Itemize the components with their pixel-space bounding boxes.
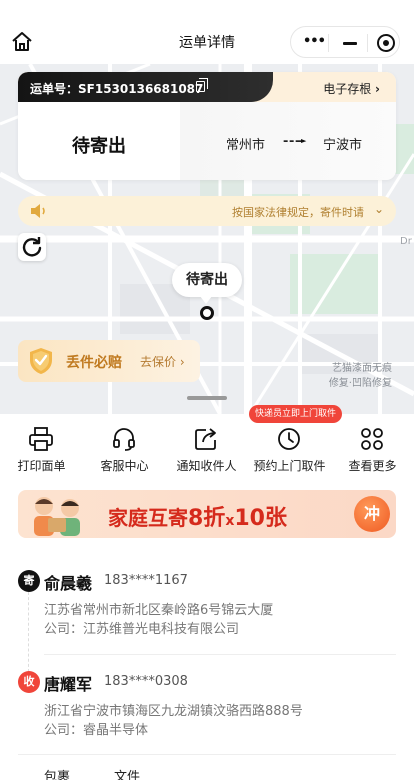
customer-service-button[interactable]: 客服中心 bbox=[83, 424, 166, 474]
grid-icon bbox=[361, 428, 383, 450]
origin-city: 常州市 bbox=[226, 138, 266, 153]
map-pin-label: 待寄出 bbox=[172, 263, 242, 297]
sender-tag: 寄 bbox=[18, 570, 40, 592]
promo-go-button[interactable]: 冲 bbox=[354, 496, 390, 532]
action-label: 预约上门取件 bbox=[253, 459, 326, 473]
more-menu-icon[interactable]: ••• bbox=[303, 35, 326, 48]
chevron-down-icon[interactable]: ⌄ bbox=[374, 202, 384, 216]
location-marker-icon bbox=[200, 306, 214, 320]
action-label: 查看更多 bbox=[348, 459, 397, 473]
divider bbox=[44, 654, 396, 655]
receiver-phone[interactable]: 183****0308 bbox=[104, 674, 188, 689]
sender-company: 公司：江苏维普光电科技有限公司 bbox=[44, 622, 240, 637]
map-road-label: Dr bbox=[400, 236, 412, 247]
capsule-divider bbox=[367, 34, 368, 52]
promo-prefix: 家庭互寄 bbox=[108, 506, 188, 530]
sender-phone[interactable]: 183****1167 bbox=[104, 573, 188, 588]
minimize-icon[interactable] bbox=[343, 42, 357, 45]
promo-discount: 8折 bbox=[188, 506, 226, 531]
waybill-status: 待寄出 bbox=[72, 136, 126, 157]
sender-name: 俞晨羲 bbox=[44, 574, 93, 593]
promo-times: x bbox=[225, 513, 235, 529]
top-nav-bar: 运单详情 ••• bbox=[0, 0, 414, 64]
tab-document[interactable]: 文件 bbox=[114, 766, 140, 780]
miniprogram-capsule: ••• bbox=[290, 26, 400, 58]
receiver-name: 唐耀军 bbox=[44, 675, 93, 694]
pin-bubble-tail bbox=[200, 296, 212, 304]
e-archive-link[interactable]: 电子存根 › bbox=[323, 80, 380, 97]
tab-package[interactable]: 包裹 bbox=[44, 766, 70, 780]
insurance-title: 丢件必赔 bbox=[66, 355, 122, 371]
item-type-tabs: 包裹 文件 bbox=[0, 766, 414, 780]
pickup-badge: 快递员立即上门取件 bbox=[249, 405, 343, 423]
promo-count: 10张 bbox=[234, 506, 287, 531]
map-watermark: 艺猫漆面无痕 修复·凹陷修复 bbox=[316, 361, 392, 391]
chevron-right-icon: › bbox=[375, 82, 380, 96]
waybill-card: 运单号：SF1530136681087 电子存根 › bbox=[18, 72, 396, 180]
watermark-line: 修复·凹陷修复 bbox=[328, 378, 392, 389]
promo-text: 家庭互寄8折x10张 bbox=[108, 500, 287, 532]
action-label: 客服中心 bbox=[100, 459, 149, 473]
chevron-right-icon: › bbox=[179, 355, 185, 369]
watermark-line: 艺猫漆面无痕 bbox=[332, 363, 392, 374]
receiver-tag: 收 bbox=[18, 671, 40, 693]
refresh-button[interactable] bbox=[18, 233, 46, 261]
waybill-number-bar: 运单号：SF1530136681087 bbox=[18, 72, 273, 102]
printer-icon bbox=[29, 427, 53, 451]
insure-link-label: 去保价 bbox=[140, 355, 177, 369]
receiver-address: 浙江省宁波市镇海区九龙湖镇汶骆西路888号 bbox=[44, 704, 303, 719]
print-waybill-button[interactable]: 打印面单 bbox=[0, 424, 83, 474]
receiver-company: 公司：睿晶半导体 bbox=[44, 723, 149, 738]
promo-banner[interactable]: 家庭互寄8折x10张 冲 bbox=[18, 490, 396, 538]
speaker-icon bbox=[31, 204, 45, 218]
schedule-pickup-button[interactable]: 预约上门取件 bbox=[248, 424, 331, 474]
legal-notice-bar[interactable]: 按国家法律规定，寄件时请 ⌄ bbox=[18, 196, 396, 226]
view-more-button[interactable]: 查看更多 bbox=[331, 424, 414, 474]
capsule-divider bbox=[328, 34, 329, 52]
route-connector bbox=[28, 592, 29, 672]
notify-recipient-button[interactable]: 通知收件人 bbox=[165, 424, 248, 474]
divider bbox=[18, 754, 396, 755]
clock-icon bbox=[278, 428, 300, 450]
route-arrow-icon bbox=[283, 139, 307, 143]
sender-address: 江苏省常州市新北区秦岭路6号锦云大厦 bbox=[44, 603, 274, 618]
action-label: 打印面单 bbox=[17, 459, 66, 473]
insure-link[interactable]: 去保价 › bbox=[140, 353, 185, 370]
copy-icon[interactable] bbox=[196, 78, 208, 92]
waybill-number[interactable]: 运单号：SF1530136681087 bbox=[30, 80, 203, 97]
destination-city: 宁波市 bbox=[323, 138, 363, 153]
action-label: 通知收件人 bbox=[176, 459, 237, 473]
promo-illustration bbox=[34, 497, 80, 536]
headset-icon bbox=[113, 428, 135, 451]
legal-notice-text: 按国家法律规定，寄件时请 bbox=[232, 206, 364, 219]
close-miniprogram-icon[interactable] bbox=[377, 34, 395, 52]
insurance-banner[interactable]: 丢件必赔 去保价 › bbox=[18, 340, 200, 382]
shield-check-icon bbox=[30, 348, 52, 374]
refresh-icon bbox=[22, 237, 42, 257]
e-archive-label: 电子存根 bbox=[323, 82, 372, 96]
sheet-drag-handle[interactable] bbox=[187, 396, 227, 400]
share-icon bbox=[195, 428, 216, 450]
